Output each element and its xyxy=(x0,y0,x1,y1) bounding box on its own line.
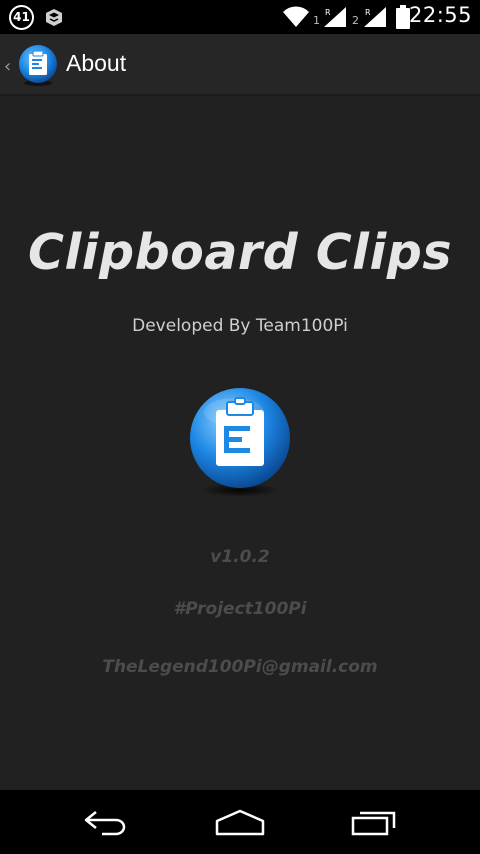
notification-count-badge: 41 xyxy=(9,5,34,30)
page-title: About xyxy=(66,50,127,76)
action-bar: ‹ About xyxy=(0,34,480,96)
hashtag-label: #Project100Pi xyxy=(173,599,307,619)
signal-sim1-icon: R xyxy=(324,7,346,27)
navigation-bar xyxy=(0,790,480,854)
signal-sim2-icon: R xyxy=(364,7,386,27)
home-icon xyxy=(215,809,265,836)
screen: 41 1 R 2 R 22:55 ‹ About Clipboard Clips… xyxy=(0,0,480,854)
up-navigation-button[interactable]: ‹ About xyxy=(0,34,140,96)
sim1-label: 1 xyxy=(313,14,320,27)
notification-app-icon xyxy=(46,9,62,26)
chevron-left-icon: ‹ xyxy=(4,56,12,77)
back-arrow-icon xyxy=(84,811,126,836)
svg-text:R: R xyxy=(365,8,371,17)
wifi-icon xyxy=(283,6,309,28)
svg-text:R: R xyxy=(325,8,331,17)
version-label: v1.0.2 xyxy=(210,547,270,567)
email-link[interactable]: TheLegend100Pi@gmail.com xyxy=(0,657,480,677)
recents-icon xyxy=(351,811,396,836)
battery-icon xyxy=(396,5,410,29)
clipboard-app-icon xyxy=(19,45,57,86)
back-button[interactable] xyxy=(82,808,130,840)
developer-credit: Developed By Team100Pi xyxy=(132,316,348,336)
clock: 22:55 xyxy=(408,3,472,27)
clipboard-logo-icon xyxy=(190,388,290,497)
sim2-label: 2 xyxy=(352,14,359,27)
about-content: Clipboard Clips Developed By Team100Pi v… xyxy=(0,96,480,790)
recents-button[interactable] xyxy=(350,808,398,840)
status-bar: 41 1 R 2 R 22:55 xyxy=(0,0,480,34)
home-button[interactable] xyxy=(214,808,266,840)
app-name: Clipboard Clips xyxy=(27,224,453,281)
